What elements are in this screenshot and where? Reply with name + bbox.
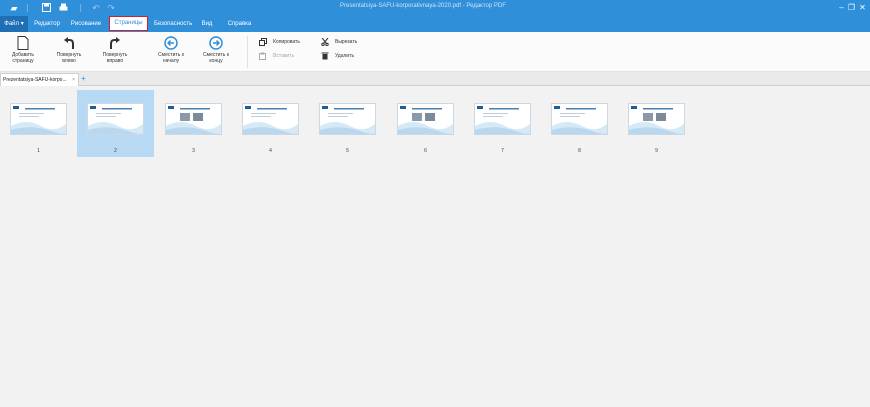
page-number: 6	[424, 148, 427, 154]
page-thumbnail[interactable]: 4	[232, 90, 309, 157]
page-preview	[474, 103, 531, 135]
page-thumbnail[interactable]: 6	[387, 90, 464, 157]
page-number: 1	[37, 148, 40, 154]
page-thumbnail[interactable]: 8	[541, 90, 618, 157]
menu-file[interactable]: Файл ▾	[0, 16, 28, 32]
page-preview	[551, 103, 608, 135]
restore-icon[interactable]: ❐	[847, 2, 856, 13]
save-icon[interactable]	[41, 3, 51, 13]
arrow-right-circle-icon	[209, 36, 223, 50]
menu-editor[interactable]: Редактор	[33, 16, 61, 32]
menu-view[interactable]: Вид	[200, 16, 214, 32]
menu-drawing[interactable]: Рисование	[70, 16, 102, 32]
page-thumbnail[interactable]: 2	[77, 90, 154, 157]
minimize-icon[interactable]: –	[837, 2, 846, 13]
rotate-left-label: Повернуть влево	[56, 52, 82, 64]
page-preview	[319, 103, 376, 135]
cut-label: Вырезать	[335, 39, 358, 45]
title-bar: ▰ ↶ ↷ Presentatsiya-SAFU-korporativnaya-…	[0, 0, 870, 16]
page-thumbnail[interactable]: 3	[155, 90, 232, 157]
add-page-icon	[17, 36, 29, 50]
page-number: 7	[501, 148, 504, 154]
move-to-start-label: Сместить к началу	[158, 52, 184, 64]
page-thumbnail[interactable]: 5	[309, 90, 386, 157]
add-page-label: Добавить страницу	[11, 52, 35, 64]
ribbon-toolbar: Добавить страницу Повернуть влево Поверн…	[0, 32, 870, 72]
page-preview	[165, 103, 222, 135]
page-number: 9	[655, 148, 658, 154]
page-thumbnail[interactable]: 1	[0, 90, 77, 157]
page-number: 3	[192, 148, 195, 154]
document-tab-label: Prezentatsiya-SAFU-korpo...	[3, 77, 67, 83]
move-to-start-button[interactable]: Сместить к началу	[152, 36, 190, 64]
menu-pages[interactable]: Страницы	[109, 16, 148, 31]
ribbon-separator	[247, 36, 248, 68]
page-thumbnail-grid: 1 2 3 4 5 6 7 8 9	[0, 86, 870, 407]
close-icon[interactable]: ✕	[858, 2, 867, 13]
page-thumbnail[interactable]: 7	[464, 90, 541, 157]
add-page-button[interactable]: Добавить страницу	[6, 36, 40, 64]
delete-button[interactable]: Удалить	[321, 51, 354, 61]
arrow-left-circle-icon	[164, 36, 178, 50]
trash-icon	[321, 52, 329, 60]
menu-bar: Файл ▾ Редактор Рисование Страницы Безоп…	[0, 16, 870, 32]
page-preview	[10, 103, 67, 135]
rotate-right-button[interactable]: Повернуть вправо	[98, 36, 132, 64]
toolbar-separator	[27, 4, 28, 12]
window-title: Presentatsiya-SAFU-korporativnaya-2020.p…	[340, 3, 506, 9]
add-tab-button[interactable]: +	[81, 73, 88, 85]
document-tab[interactable]: Prezentatsiya-SAFU-korpo... ×	[0, 73, 79, 86]
paste-icon	[259, 52, 266, 60]
delete-label: Удалить	[335, 53, 355, 59]
page-preview	[87, 103, 144, 135]
page-number: 8	[578, 148, 581, 154]
close-tab-icon[interactable]: ×	[72, 74, 75, 86]
page-number: 4	[269, 148, 272, 154]
paste-label: Вставить	[273, 53, 295, 59]
print-icon[interactable]	[58, 3, 68, 13]
scissors-icon	[321, 37, 329, 46]
rotate-right-icon	[110, 37, 120, 49]
document-tab-bar: Prezentatsiya-SAFU-korpo... × +	[0, 72, 870, 86]
redo-icon[interactable]: ↷	[106, 3, 116, 13]
rotate-left-icon	[64, 37, 74, 49]
page-thumbnail[interactable]: 9	[618, 90, 695, 157]
move-to-end-button[interactable]: Сместить к концу	[198, 36, 234, 64]
menu-help[interactable]: Справка	[225, 16, 254, 32]
page-preview	[397, 103, 454, 135]
rotate-right-label: Повернуть вправо	[102, 52, 128, 64]
copy-button[interactable]: Копировать	[259, 37, 300, 47]
undo-icon[interactable]: ↶	[91, 3, 101, 13]
page-number: 5	[346, 148, 349, 154]
cut-button[interactable]: Вырезать	[321, 37, 357, 47]
paste-button[interactable]: Вставить	[259, 51, 294, 61]
open-folder-icon[interactable]: ▰	[9, 3, 19, 13]
menu-security[interactable]: Безопасность	[154, 16, 192, 32]
move-to-end-label: Сместить к концу	[203, 52, 229, 64]
page-preview	[242, 103, 299, 135]
page-preview	[628, 103, 685, 135]
rotate-left-button[interactable]: Повернуть влево	[53, 36, 85, 64]
copy-label: Копировать	[273, 39, 300, 45]
page-number: 2	[114, 148, 117, 154]
copy-icon	[259, 37, 267, 46]
toolbar-separator	[80, 4, 81, 12]
